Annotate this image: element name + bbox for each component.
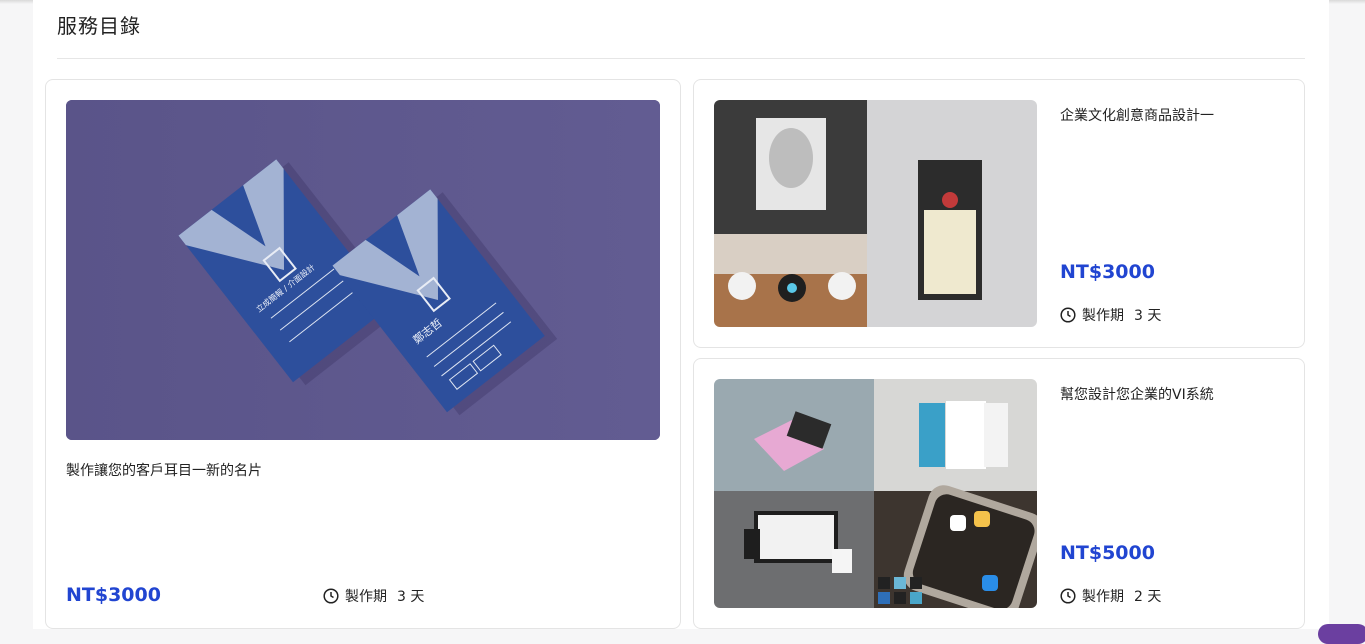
clock-icon [1060, 588, 1076, 604]
chat-widget-button[interactable] [1318, 624, 1365, 644]
duration-label: 製作期 [345, 589, 387, 605]
service-image-business-cards: 立成簡報 / 介面設計 鄭志哲 [66, 100, 660, 440]
service-catalog-panel: 服務目錄 立成簡報 / 介面設計 鄭志哲 製作讓您的客戶耳目一新的名片 NT$3… [33, 0, 1329, 629]
clock-icon [1060, 307, 1076, 323]
service-duration: 製作期 2 天 [1060, 586, 1161, 606]
service-card-vi-system[interactable]: 幫您設計您企業的VI系統 NT$5000 製作期 2 天 [693, 358, 1305, 629]
service-image-vi-system [714, 379, 1037, 608]
service-card-business-cards[interactable]: 立成簡報 / 介面設計 鄭志哲 製作讓您的客戶耳目一新的名片 NT$3000 製… [45, 79, 681, 629]
divider [57, 58, 1305, 59]
service-title: 幫您設計您企業的VI系統 [1060, 387, 1214, 403]
vi-system-collage-icon [714, 379, 1037, 608]
section-title: 服務目錄 [57, 14, 141, 38]
duration-value: 3 天 [1134, 308, 1162, 324]
merchandise-collage-icon [714, 100, 1037, 327]
service-image-merchandise [714, 100, 1037, 327]
duration-value: 2 天 [1134, 589, 1162, 605]
service-price: NT$5000 [1060, 542, 1155, 564]
service-title: 製作讓您的客戶耳目一新的名片 [66, 463, 262, 479]
service-duration: 製作期 3 天 [1060, 305, 1161, 325]
service-card-merchandise[interactable]: 企業文化創意商品設計一 NT$3000 製作期 3 天 [693, 79, 1305, 348]
duration-label: 製作期 [1082, 308, 1124, 324]
service-price: NT$3000 [1060, 261, 1155, 283]
duration-label: 製作期 [1082, 589, 1124, 605]
service-title: 企業文化創意商品設計一 [1060, 108, 1214, 124]
service-duration: 製作期 3 天 [323, 586, 424, 606]
service-price: NT$3000 [66, 584, 161, 606]
business-card-mockup-icon: 立成簡報 / 介面設計 鄭志哲 [66, 100, 660, 440]
duration-value: 3 天 [397, 589, 425, 605]
clock-icon [323, 588, 339, 604]
